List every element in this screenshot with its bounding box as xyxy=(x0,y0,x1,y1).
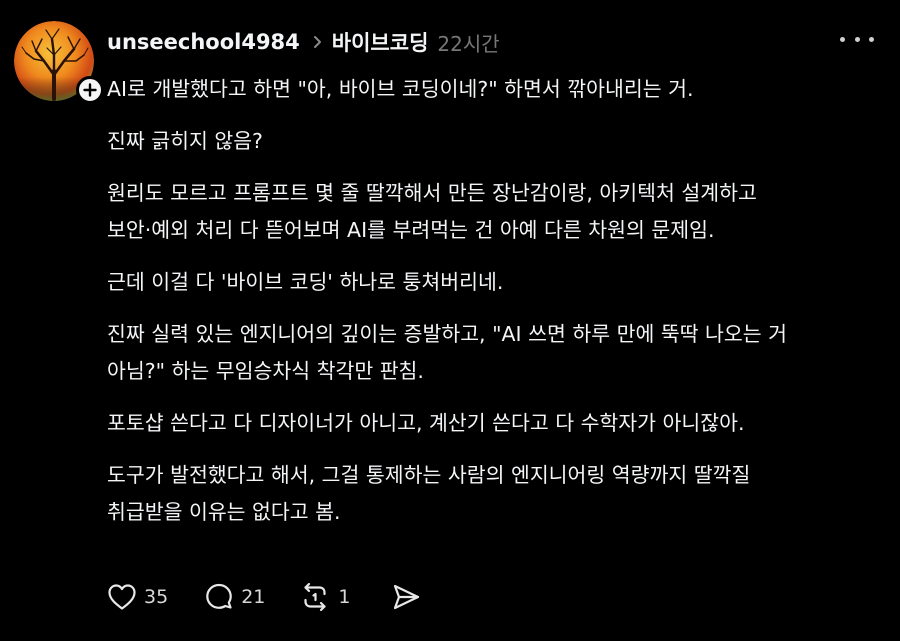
more-horizontal-icon xyxy=(869,36,874,42)
post-paragraph: 원리도 모르고 프롬프트 몇 줄 딸깍해서 만든 장난감이랑, 아키텍처 설계하… xyxy=(107,175,887,249)
thread-post: unseechool4984 바이브코딩 22시간 AI로 개발했다고 하면 "… xyxy=(0,0,900,641)
avatar-container[interactable] xyxy=(14,21,104,104)
repost-count: 1 xyxy=(338,586,351,608)
comment-icon xyxy=(206,583,232,609)
username-link[interactable]: unseechool4984 xyxy=(107,30,300,54)
post-header: unseechool4984 바이브코딩 22시간 xyxy=(107,27,500,57)
action-bar: 35 21 1 xyxy=(107,578,422,616)
post-line: 원리도 모르고 프롬프트 몇 줄 딸깍해서 만든 장난감이랑, 아키텍처 설계하… xyxy=(107,181,757,205)
post-paragraph: 도구가 발전했다고 해서, 그걸 통제하는 사람의 엔지니어링 역량까지 딸깍질… xyxy=(107,457,887,531)
send-icon xyxy=(394,584,420,610)
share-button[interactable] xyxy=(390,582,422,612)
more-options-button[interactable] xyxy=(840,28,874,50)
more-horizontal-icon xyxy=(840,36,845,42)
post-timestamp: 22시간 xyxy=(437,31,500,56)
chevron-right-icon xyxy=(313,35,322,49)
post-paragraph: 진짜 긁히지 않음? xyxy=(107,123,887,160)
more-horizontal-icon xyxy=(854,36,860,42)
post-line: 아님?" 하는 무임승차식 착각만 판침. xyxy=(107,359,424,383)
comment-button[interactable]: 21 xyxy=(204,582,265,612)
post-paragraph: AI로 개발했다고 하면 "아, 바이브 코딩이네?" 하면서 깎아내리는 거. xyxy=(107,71,887,108)
repost-button[interactable]: 1 xyxy=(299,582,350,612)
post-line: 근데 이걸 다 '바이브 코딩' 하나로 퉁쳐버리네. xyxy=(107,270,504,294)
post-paragraph: 근데 이걸 다 '바이브 코딩' 하나로 퉁쳐버리네. xyxy=(107,264,887,301)
comment-count: 21 xyxy=(241,586,266,608)
post-line: 진짜 실력 있는 엔지니어의 깊이는 증발하고, "AI 쓰면 하루 만에 뚝딱… xyxy=(107,322,788,346)
heart-icon xyxy=(108,584,136,610)
post-line: 포토샵 쓴다고 다 디자이너가 아니고, 계산기 쓴다고 다 수학자가 아니잖아… xyxy=(107,411,745,435)
post-line: 도구가 발전했다고 해서, 그걸 통제하는 사람의 엔지니어링 역량까지 딸깍질 xyxy=(107,463,751,487)
like-button[interactable]: 35 xyxy=(107,583,168,611)
like-count: 35 xyxy=(144,586,169,608)
plus-icon xyxy=(83,83,97,97)
post-line: 취급받을 이유는 없다고 봄. xyxy=(107,500,341,524)
topic-tag-link[interactable]: 바이브코딩 xyxy=(332,27,429,57)
post-paragraph: 진짜 실력 있는 엔지니어의 깊이는 증발하고, "AI 쓰면 하루 만에 뚝딱… xyxy=(107,316,887,390)
post-line: 보안·예외 처리 다 뜯어보며 AI를 부려먹는 건 아예 다른 차원의 문제임… xyxy=(107,218,715,242)
post-paragraph: 포토샵 쓴다고 다 디자이너가 아니고, 계산기 쓴다고 다 수학자가 아니잖아… xyxy=(107,405,887,442)
repost-icon xyxy=(304,582,326,612)
post-line: 진짜 긁히지 않음? xyxy=(107,129,263,153)
post-body: AI로 개발했다고 하면 "아, 바이브 코딩이네?" 하면서 깎아내리는 거.… xyxy=(107,71,887,546)
follow-button[interactable] xyxy=(76,76,104,104)
post-line: AI로 개발했다고 하면 "아, 바이브 코딩이네?" 하면서 깎아내리는 거. xyxy=(107,77,694,101)
